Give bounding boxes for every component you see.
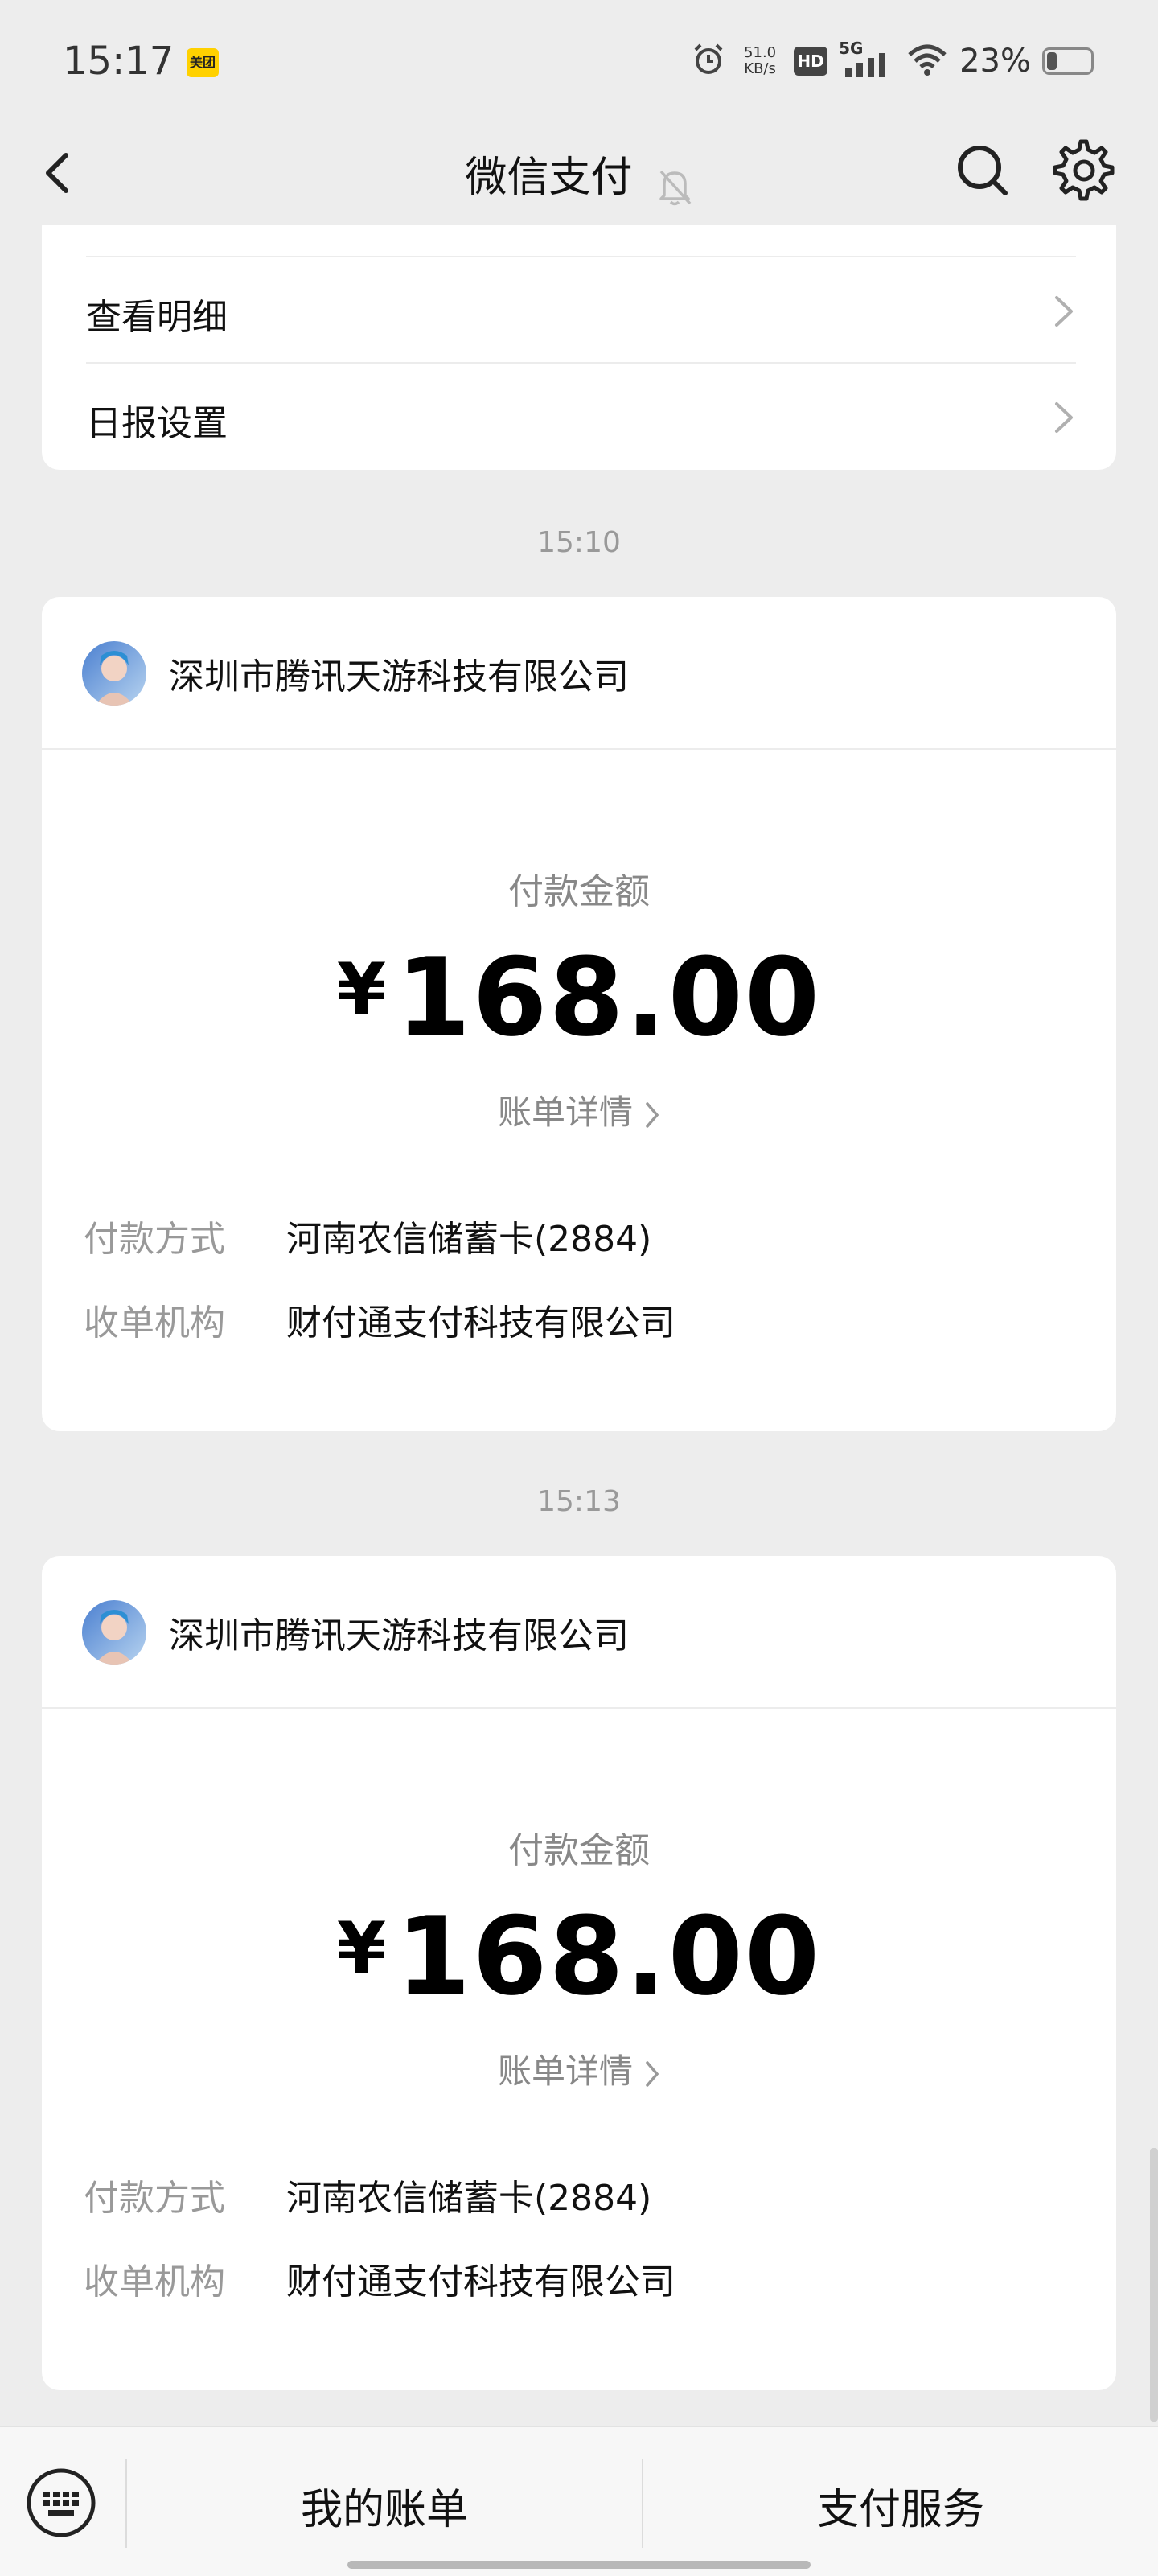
payment-method-row: 付款方式 河南农信储蓄卡(2884)	[84, 1210, 1074, 1274]
meituan-app-icon: 美团	[187, 48, 219, 77]
info-key: 收单机构	[84, 2261, 225, 2302]
net-speed-unit: KB/s	[744, 60, 776, 77]
merchant-avatar	[82, 1600, 146, 1665]
bill-details-link[interactable]: 账单详情	[42, 1085, 1116, 1134]
acquirer-row: 收单机构 财付通支付科技有限公司	[84, 2253, 1074, 2317]
wifi-icon	[906, 42, 948, 80]
settings-button[interactable]	[1050, 137, 1118, 204]
payment-amount: ¥168.00	[42, 1894, 1116, 2019]
info-value: 河南农信储蓄卡(2884)	[286, 1219, 652, 1260]
gear-icon	[1053, 139, 1115, 201]
chevron-right-icon	[646, 1101, 659, 1128]
message-timestamp: 15:10	[537, 526, 621, 559]
currency-symbol: ¥	[336, 1907, 387, 1990]
hd-badge: HD	[794, 47, 828, 76]
chevron-right-icon	[1055, 402, 1073, 433]
search-button[interactable]	[949, 137, 1016, 204]
payment-card[interactable]: 深圳市腾讯天游科技有限公司 付款金额 ¥168.00 账单详情 付款方式 河南农…	[42, 597, 1116, 1431]
amount-label: 付款金额	[508, 871, 650, 912]
merchant-avatar	[82, 641, 146, 706]
menu-row-view-details[interactable]: 查看明细	[86, 256, 1076, 364]
page-title: 微信支付	[465, 154, 633, 202]
home-indicator[interactable]	[347, 2561, 811, 2569]
bill-details-label: 账单详情	[497, 2051, 633, 2091]
amount-label: 付款金额	[508, 1830, 650, 1871]
message-timestamp: 15:13	[537, 1485, 621, 1518]
mute-bell-icon	[656, 167, 693, 210]
scrollbar-thumb[interactable]	[1150, 2148, 1158, 2422]
bill-details-label: 账单详情	[497, 1093, 633, 1132]
chevron-right-icon	[646, 2060, 659, 2087]
search-icon	[958, 146, 1008, 195]
divider	[42, 1707, 1116, 1709]
net-speed-value: 51.0	[744, 44, 777, 61]
amount-value: 168.00	[396, 935, 822, 1060]
payment-method-row: 付款方式 河南农信储蓄卡(2884)	[84, 2169, 1074, 2233]
daily-report-card: 查看明细 日报设置	[42, 225, 1116, 470]
amount-value: 168.00	[396, 1894, 822, 2019]
status-bar: 15:17 美团 51.0 KB/s HD 5G 23%	[0, 0, 1158, 121]
keyboard-icon	[27, 2468, 96, 2537]
merchant-header[interactable]: 深圳市腾讯天游科技有限公司	[82, 1596, 629, 1669]
payment-amount: ¥168.00	[42, 935, 1116, 1060]
battery-icon	[1042, 47, 1094, 75]
chat-content: 查看明细 日报设置 15:10 深圳市腾讯天游科技有限公司 付款金额 ¥168.…	[0, 225, 1158, 2426]
payment-card[interactable]: 深圳市腾讯天游科技有限公司 付款金额 ¥168.00 账单详情 付款方式 河南农…	[42, 1556, 1116, 2390]
currency-symbol: ¥	[336, 948, 387, 1031]
chevron-right-icon	[1055, 296, 1073, 327]
my-bill-menu[interactable]: 我的账单	[127, 2475, 642, 2536]
bill-details-link[interactable]: 账单详情	[42, 2044, 1116, 2093]
status-indicators: 51.0 KB/s HD 5G 23%	[691, 39, 1094, 80]
info-value: 财付通支付科技有限公司	[286, 1302, 676, 1344]
merchant-name: 深圳市腾讯天游科技有限公司	[169, 1615, 629, 1656]
nav-bar: 微信支付	[0, 121, 1158, 225]
merchant-header[interactable]: 深圳市腾讯天游科技有限公司	[82, 637, 629, 710]
bottom-menu-bar: 我的账单 支付服务	[0, 2426, 1158, 2576]
battery-level	[1047, 52, 1057, 70]
merchant-name: 深圳市腾讯天游科技有限公司	[169, 656, 629, 697]
pay-service-menu[interactable]: 支付服务	[643, 2475, 1158, 2536]
menu-row-label: 日报设置	[86, 403, 228, 444]
info-key: 付款方式	[84, 1219, 225, 1260]
battery-percent: 23%	[959, 43, 1031, 80]
info-value: 财付通支付科技有限公司	[286, 2261, 676, 2302]
menu-row-label: 查看明细	[86, 297, 228, 338]
acquirer-row: 收单机构 财付通支付科技有限公司	[84, 1294, 1074, 1358]
menu-row-report-settings[interactable]: 日报设置	[86, 362, 1076, 470]
info-key: 付款方式	[84, 2178, 225, 2219]
keyboard-toggle-button[interactable]	[24, 2466, 98, 2540]
info-value: 河南农信储蓄卡(2884)	[286, 2178, 652, 2219]
status-time: 15:17	[63, 39, 175, 84]
net-speed: 51.0 KB/s	[737, 45, 782, 77]
alarm-icon	[691, 42, 726, 80]
divider	[42, 748, 1116, 750]
signal-icon: 5G	[839, 39, 895, 79]
info-key: 收单机构	[84, 1302, 225, 1344]
